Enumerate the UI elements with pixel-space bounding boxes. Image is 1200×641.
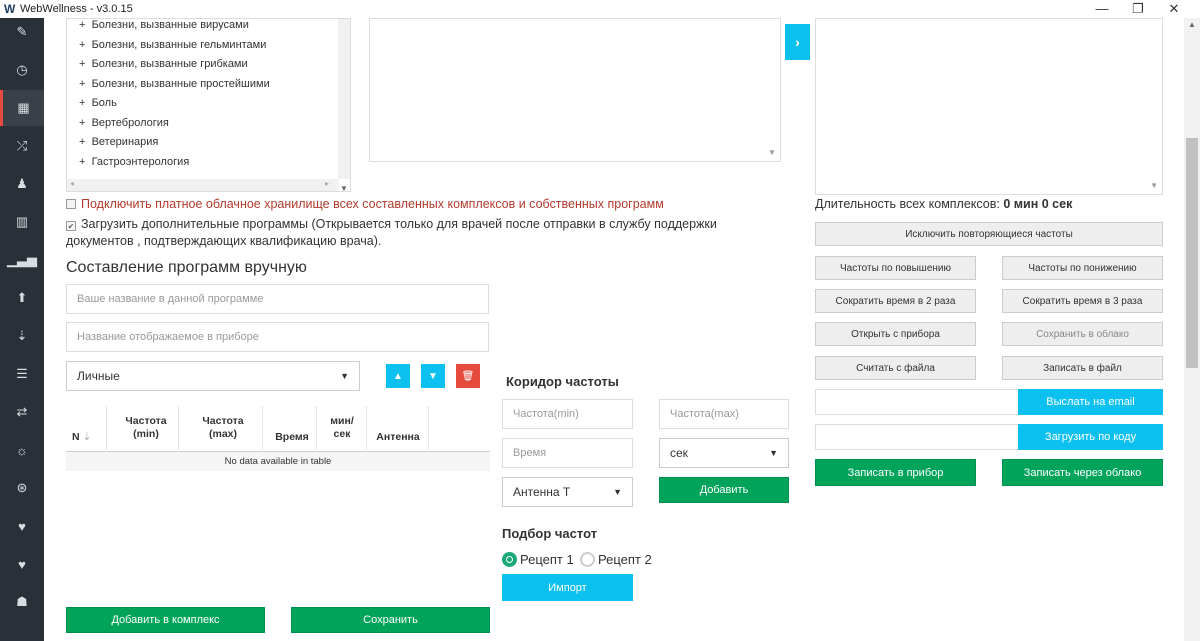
circle-icon[interactable]: ⊛ bbox=[0, 470, 44, 506]
write-cloud-button[interactable]: Записать через облако bbox=[1002, 459, 1163, 486]
recipe-2-radio[interactable] bbox=[580, 552, 595, 567]
col-min-sec[interactable]: мин/ сек bbox=[324, 415, 360, 441]
clock-icon[interactable]: ◷ bbox=[0, 52, 44, 88]
freq-max-input[interactable]: Частота(max) bbox=[659, 399, 789, 429]
import-button[interactable]: Импорт bbox=[502, 574, 633, 601]
corridor-title: Коридор частоты bbox=[506, 374, 619, 389]
minimize-button[interactable]: — bbox=[1088, 1, 1116, 16]
add-to-complex-button[interactable]: Добавить в комплекс bbox=[66, 607, 265, 633]
cloud-storage-checkbox[interactable] bbox=[66, 199, 76, 209]
sort-icon[interactable]: ⇣ bbox=[83, 431, 92, 443]
maximize-button[interactable]: ❐ bbox=[1124, 1, 1152, 17]
shuffle-icon[interactable]: ⤮ bbox=[0, 128, 44, 164]
col-n[interactable]: N ⇣ bbox=[72, 431, 91, 444]
write-device-button[interactable]: Записать в прибор bbox=[815, 459, 976, 486]
arrow-down-icon: ▼ bbox=[428, 370, 438, 382]
transfer-arrow-button[interactable]: › bbox=[785, 24, 810, 60]
recipe-2-option[interactable]: Рецепт 2 bbox=[580, 552, 652, 567]
category-select[interactable]: Личные ▼ bbox=[66, 361, 360, 391]
figure-icon[interactable]: ⬆ bbox=[0, 280, 44, 316]
move-up-button[interactable]: ▲ bbox=[386, 364, 410, 388]
recipe-1-option[interactable]: Рецепт 1 bbox=[502, 552, 574, 567]
col-freq-max[interactable]: Частота (max) bbox=[194, 415, 252, 441]
tree-item[interactable]: + Гастроэнтерология bbox=[79, 156, 189, 168]
col-time[interactable]: Время bbox=[270, 431, 314, 444]
delete-button[interactable]: 🗑 bbox=[456, 364, 480, 388]
write-file-button[interactable]: Записать в файл bbox=[1002, 356, 1163, 380]
frequency-table-header: N ⇣ Частота (min) Частота (max) Время ми… bbox=[66, 406, 490, 452]
chevron-down-icon: ▼ bbox=[613, 487, 622, 497]
load-code-button[interactable]: Загрузить по коду bbox=[1018, 424, 1163, 450]
scroll-up-icon[interactable]: ▲ bbox=[1184, 20, 1200, 34]
ascending-button[interactable]: Частоты по повышению bbox=[815, 256, 976, 280]
time-input[interactable]: Время bbox=[502, 438, 633, 468]
read-file-button[interactable]: Считать с файла bbox=[815, 356, 976, 380]
disease-tree: + Болезни, вызванные вирусами + Болезни,… bbox=[66, 18, 351, 192]
signal-icon[interactable]: ▁▃▅ bbox=[0, 242, 44, 278]
tree-vscroll[interactable]: ▼ bbox=[338, 19, 350, 191]
save-button[interactable]: Сохранить bbox=[291, 607, 490, 633]
add-frequency-button[interactable]: Добавить bbox=[659, 477, 789, 503]
selection-title: Подбор частот bbox=[502, 526, 598, 541]
page-scrollbar[interactable]: ▲ bbox=[1184, 18, 1200, 641]
calculator-icon[interactable]: ▦ bbox=[0, 90, 44, 126]
descending-button[interactable]: Частоты по понижению bbox=[1002, 256, 1163, 280]
heart-pulse-icon[interactable]: ♥ bbox=[0, 546, 44, 582]
tree-item[interactable]: + Вертебрология bbox=[79, 117, 169, 129]
exclude-repeats-button[interactable]: Исключить повторяющиеся частоты bbox=[815, 222, 1163, 246]
group-icon[interactable]: ☗ bbox=[0, 584, 44, 620]
tree-item[interactable]: + Ветеринария bbox=[79, 136, 158, 148]
sun-icon[interactable]: ☼ bbox=[0, 432, 44, 468]
chevron-down-icon: ▼ bbox=[769, 448, 778, 458]
arrow-up-icon: ▲ bbox=[393, 370, 403, 382]
halve-time-button[interactable]: Сократить время в 2 раза bbox=[815, 289, 976, 313]
scroll-thumb[interactable] bbox=[1186, 138, 1198, 368]
total-duration: Длительность всех комплексов: 0 мин 0 се… bbox=[815, 197, 1073, 211]
tree-item[interactable]: + Боль bbox=[79, 97, 117, 109]
pencil-icon[interactable]: ✎ bbox=[0, 14, 44, 50]
extra-programs-option[interactable]: ✔ Загрузить дополнительные программы (Отк… bbox=[66, 216, 746, 250]
tree-item[interactable]: + Болезни, вызванные простейшими bbox=[79, 78, 270, 90]
antenna-select[interactable]: Антенна Т ▼ bbox=[502, 477, 633, 507]
recipe-1-radio[interactable] bbox=[502, 552, 517, 567]
code-input[interactable] bbox=[815, 424, 1019, 450]
device-name-input[interactable]: Название отображаемое в приборе bbox=[66, 322, 489, 352]
send-email-button[interactable]: Выслать на email bbox=[1018, 389, 1163, 415]
exchange-icon[interactable]: ⇄ bbox=[0, 394, 44, 430]
bar-chart-icon[interactable]: ▥ bbox=[0, 204, 44, 240]
col-freq-min[interactable]: Частота (min) bbox=[118, 415, 174, 441]
col-antenna[interactable]: Антенна bbox=[370, 431, 426, 444]
title-bar: W WebWellness - v3.0.15 — ❐ ✕ bbox=[0, 0, 1200, 18]
sort-icon[interactable]: ⇣ bbox=[0, 318, 44, 354]
heartbeat-icon[interactable]: ♥ bbox=[0, 508, 44, 544]
save-cloud-button[interactable]: Сохранить в облако bbox=[1002, 322, 1163, 346]
duration-value: 0 мин 0 сек bbox=[1003, 197, 1073, 211]
tree-item[interactable]: + Болезни, вызванные вирусами bbox=[79, 19, 249, 31]
third-time-button[interactable]: Сократить время в 3 раза bbox=[1002, 289, 1163, 313]
sidebar: ✎ ◷ ▦ ⤮ ♟ ▥ ▁▃▅ ⬆ ⇣ ☰ ⇄ ☼ ⊛ ♥ ♥ ☗ bbox=[0, 18, 44, 641]
tree-item[interactable]: + Болезни, вызванные гельминтами bbox=[79, 39, 266, 51]
trash-icon: 🗑 bbox=[461, 370, 475, 382]
manual-title: Составление программ вручную bbox=[66, 259, 307, 276]
freq-min-input[interactable]: Частота(min) bbox=[502, 399, 633, 429]
complex-list-box[interactable]: ▼ bbox=[815, 18, 1163, 195]
tree-hscroll[interactable]: ◂ ▸ bbox=[67, 179, 339, 191]
program-textarea[interactable]: ▼ bbox=[369, 18, 781, 162]
chevron-down-icon: ▼ bbox=[340, 371, 349, 381]
move-down-button[interactable]: ▼ bbox=[421, 364, 445, 388]
open-device-button[interactable]: Открыть с прибора bbox=[815, 322, 976, 346]
tree-item[interactable]: + Болезни, вызванные грибками bbox=[79, 58, 248, 70]
table-empty-row: No data available in table bbox=[66, 452, 490, 471]
person-icon[interactable]: ♟ bbox=[0, 166, 44, 202]
email-input[interactable] bbox=[815, 389, 1019, 415]
extra-programs-checkbox[interactable]: ✔ bbox=[66, 221, 76, 231]
unit-select[interactable]: сек ▼ bbox=[659, 438, 789, 468]
list-icon[interactable]: ☰ bbox=[0, 356, 44, 392]
close-button[interactable]: ✕ bbox=[1160, 1, 1188, 17]
program-name-input[interactable]: Ваше название в данной программе bbox=[66, 284, 489, 314]
cloud-storage-option[interactable]: Подключить платное облачное хранилище вс… bbox=[66, 196, 786, 213]
